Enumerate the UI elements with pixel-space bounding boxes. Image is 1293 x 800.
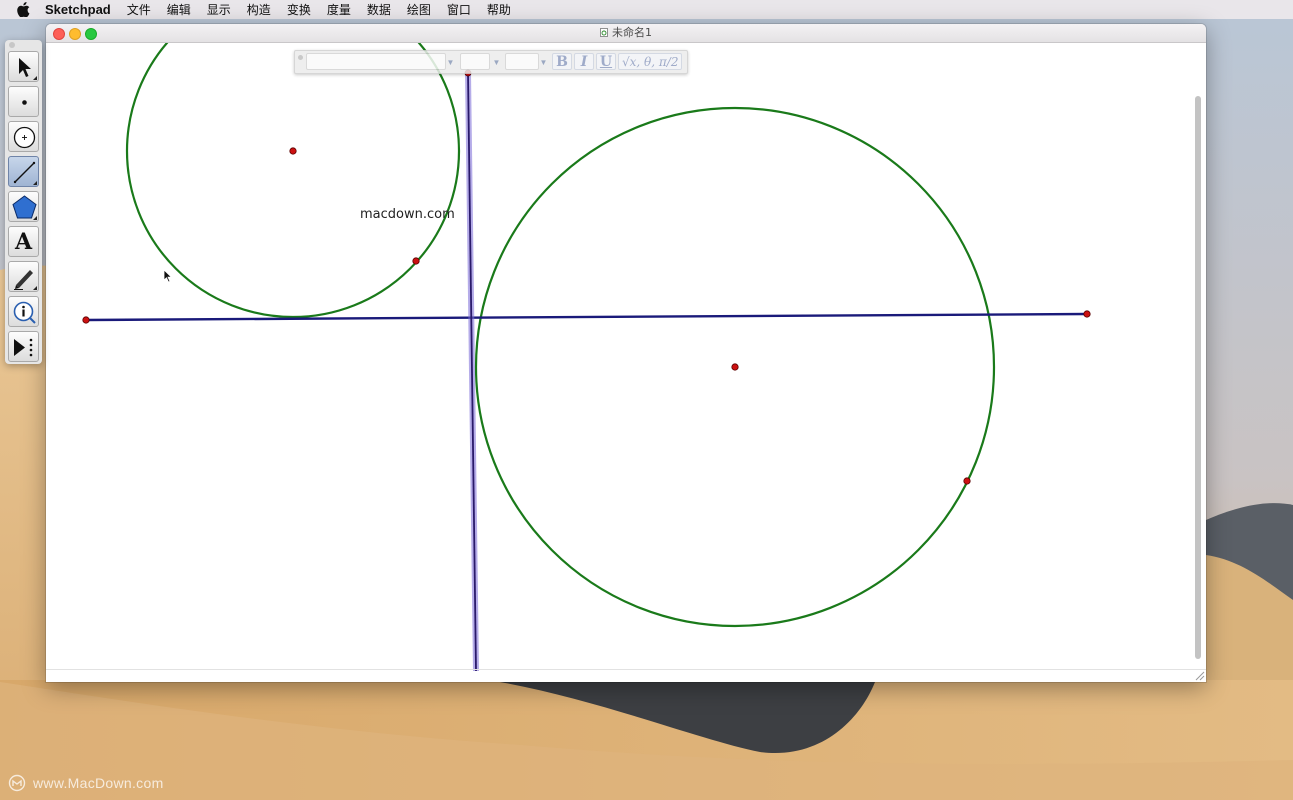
document-icon <box>600 28 608 37</box>
text-a-icon: A <box>14 229 33 255</box>
window-title-area: 未命名1 <box>46 24 1206 42</box>
point-segment-right[interactable] <box>1083 310 1091 318</box>
font-name-field[interactable] <box>306 53 446 70</box>
canvas-text-label[interactable]: macdown.com <box>360 207 455 222</box>
close-button[interactable] <box>53 28 65 40</box>
menu-bar: Sketchpad 文件 编辑 显示 构造 变换 度量 数据 绘图 窗口 帮助 <box>0 0 1293 19</box>
tool-submenu-corner-icon <box>33 216 37 220</box>
tool-selection-arrow[interactable] <box>8 51 39 82</box>
tool-polygon[interactable] <box>8 191 39 222</box>
menu-measure[interactable]: 度量 <box>327 1 351 18</box>
menu-number[interactable]: 数据 <box>367 1 391 18</box>
horizontal-scroll-track <box>46 669 1206 670</box>
tool-point[interactable] <box>8 86 39 117</box>
point-large-center[interactable] <box>731 363 739 371</box>
point-icon <box>22 100 27 105</box>
tool-information[interactable] <box>8 296 39 327</box>
font-name-dropdown-icon[interactable]: ▼ <box>445 53 456 70</box>
tool-submenu-corner-icon <box>33 286 37 290</box>
point-small-radius[interactable] <box>412 257 420 265</box>
menu-construct[interactable]: 构造 <box>247 1 271 18</box>
watermark-text: www.MacDown.com <box>33 775 164 791</box>
vertical-scrollbar[interactable] <box>1195 96 1201 659</box>
compass-icon <box>13 126 36 149</box>
info-icon <box>13 301 36 324</box>
toolbar-drag-handle[interactable] <box>298 55 303 60</box>
desktop: Sketchpad 文件 编辑 显示 构造 变换 度量 数据 绘图 窗口 帮助 … <box>0 0 1293 800</box>
menu-display[interactable]: 显示 <box>207 1 231 18</box>
point-segment-left[interactable] <box>82 316 90 324</box>
text-color-field[interactable] <box>505 53 539 70</box>
menu-edit[interactable]: 编辑 <box>167 1 191 18</box>
text-color-dropdown-icon[interactable]: ▼ <box>538 53 549 70</box>
underline-button[interactable]: U <box>596 53 616 70</box>
tool-submenu-corner-icon <box>33 181 37 185</box>
tool-compass[interactable] <box>8 121 39 152</box>
apple-menu-icon[interactable] <box>16 2 30 17</box>
tool-submenu-corner-icon <box>33 76 37 80</box>
text-format-toolbar: ▼ ▼ ▼ B I U √x, θ, π/2 ... <box>294 50 688 74</box>
window-title: 未命名1 <box>612 26 652 39</box>
italic-button[interactable]: I <box>574 53 594 70</box>
resize-grip-icon[interactable] <box>1193 669 1205 681</box>
window-titlebar[interactable]: 未命名1 <box>46 24 1206 43</box>
point-small-center[interactable] <box>289 147 297 155</box>
math-format-button[interactable]: √x, θ, π/2 ... <box>618 53 682 70</box>
tool-palette: A <box>5 40 42 364</box>
menu-transform[interactable]: 变换 <box>287 1 311 18</box>
menu-file[interactable]: 文件 <box>127 1 151 18</box>
sketch-canvas[interactable] <box>46 43 1206 671</box>
app-menu[interactable]: Sketchpad <box>45 2 111 17</box>
font-size-dropdown-icon[interactable]: ▼ <box>491 53 502 70</box>
watermark: www.MacDown.com <box>8 774 164 792</box>
tool-text[interactable]: A <box>8 226 39 257</box>
bold-button[interactable]: B <box>552 53 572 70</box>
custom-tool-icon <box>14 338 33 357</box>
horizontal-segment[interactable] <box>85 312 1088 322</box>
document-window: 未命名1 macdown.com ▼ ▼ ▼ B I U √x, θ, π/2 <box>46 24 1206 682</box>
point-large-radius[interactable] <box>963 477 971 485</box>
small-circle[interactable] <box>125 43 461 319</box>
tool-custom[interactable] <box>8 331 39 362</box>
zoom-button[interactable] <box>85 28 97 40</box>
font-size-field[interactable] <box>460 53 490 70</box>
tool-palette-grip[interactable] <box>9 42 15 48</box>
tool-straightedge[interactable] <box>8 156 39 187</box>
menu-help[interactable]: 帮助 <box>487 1 511 18</box>
menu-window[interactable]: 窗口 <box>447 1 471 18</box>
tool-marker[interactable] <box>8 261 39 292</box>
mouse-cursor-icon <box>163 269 173 283</box>
macdown-logo-icon <box>8 774 26 792</box>
minimize-button[interactable] <box>69 28 81 40</box>
menu-graph[interactable]: 绘图 <box>407 1 431 18</box>
